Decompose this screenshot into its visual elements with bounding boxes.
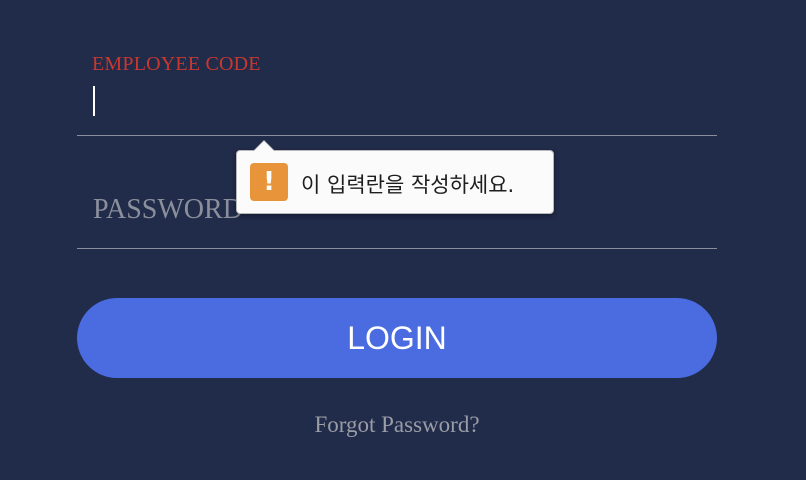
validation-message: 이 입력란을 작성하세요. [301, 173, 515, 197]
validation-tooltip: ! 이 입력란을 작성하세요. [236, 140, 554, 214]
tooltip-arrow-fill [254, 141, 274, 151]
password-placeholder: PASSWORD [93, 194, 243, 225]
text-caret [93, 86, 95, 116]
employee-code-field[interactable]: EMPLOYEE CODE [77, 48, 717, 136]
warning-icon: ! [250, 163, 288, 201]
employee-code-label: EMPLOYEE CODE [92, 53, 261, 75]
forgot-password-link[interactable]: Forgot Password? [0, 412, 794, 438]
login-button[interactable]: LOGIN [77, 298, 717, 378]
